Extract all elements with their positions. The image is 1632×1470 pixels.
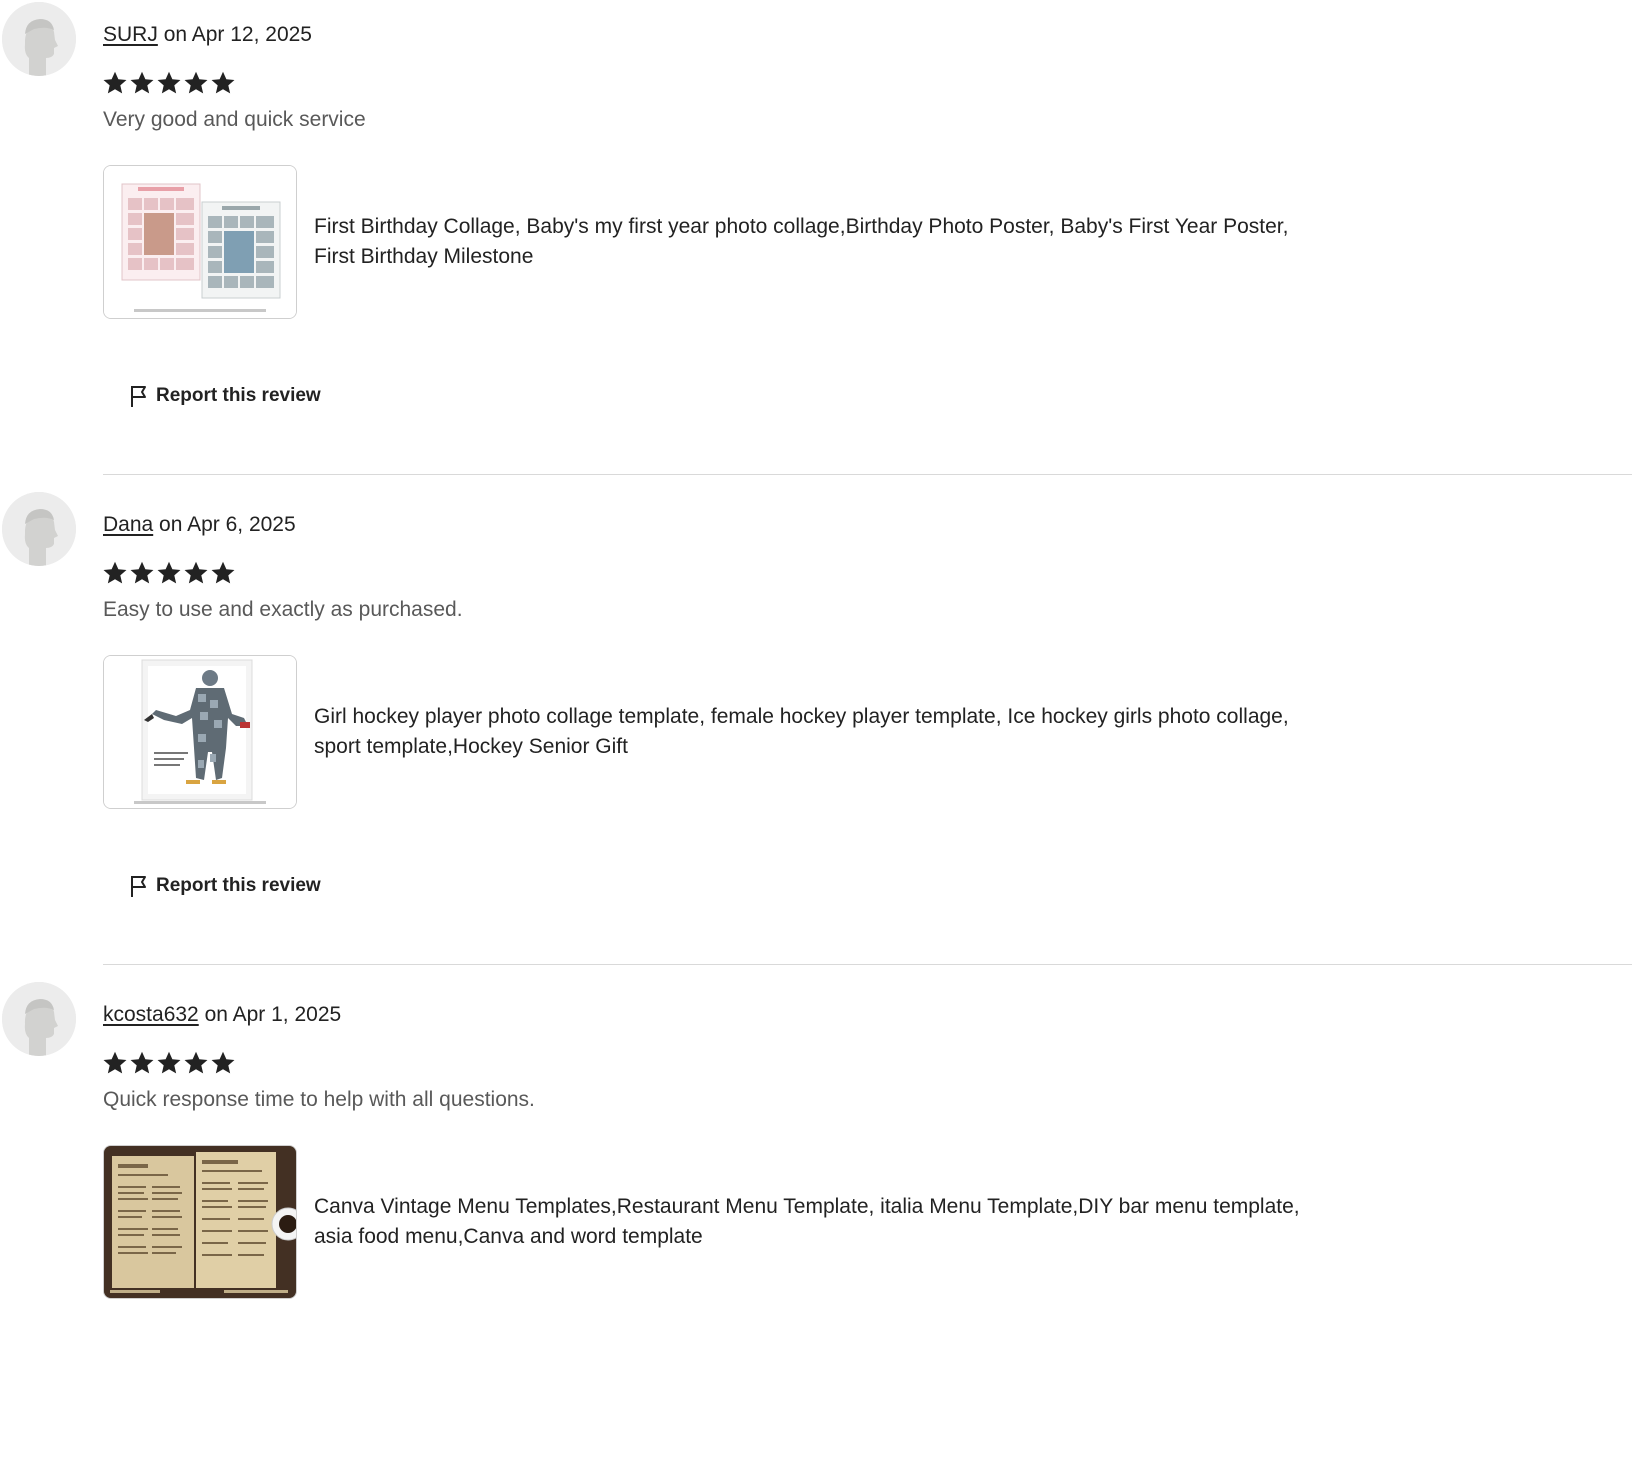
product-title-link[interactable]: Canva Vintage Menu Templates,Restaurant … <box>314 1192 1314 1252</box>
product-thumbnail[interactable] <box>103 165 297 319</box>
report-review-button[interactable]: Report this review <box>128 384 321 408</box>
hockey-collage-thumbnail-icon <box>104 656 296 808</box>
product-title-link[interactable]: First Birthday Collage, Baby's my first … <box>314 212 1314 272</box>
review-item: kcosta632 on Apr 1, 2025 Quick response … <box>0 980 1632 1470</box>
divider <box>103 964 1632 965</box>
star-icon <box>103 71 127 94</box>
avatar[interactable] <box>2 982 76 1056</box>
review-date: on Apr 1, 2025 <box>204 1003 342 1026</box>
birthday-collage-thumbnail-icon <box>104 166 296 318</box>
star-icon <box>103 1051 127 1074</box>
reviewer-name-link[interactable]: kcosta632 <box>103 1003 199 1026</box>
review-text: Very good and quick service <box>103 108 366 131</box>
star-icon <box>211 561 235 584</box>
review-item: SURJ on Apr 12, 2025 Very good and quick… <box>0 0 1632 490</box>
divider <box>103 474 1632 475</box>
purchased-product: Canva Vintage Menu Templates,Restaurant … <box>103 1145 1343 1299</box>
avatar[interactable] <box>2 492 76 566</box>
star-icon <box>184 71 208 94</box>
purchased-product: Girl hockey player photo collage templat… <box>103 655 1343 809</box>
review-date: on Apr 12, 2025 <box>163 23 312 46</box>
star-rating <box>102 560 236 586</box>
star-icon <box>184 561 208 584</box>
review-text: Quick response time to help with all que… <box>103 1088 535 1111</box>
star-icon <box>184 1051 208 1074</box>
star-rating <box>102 1050 236 1076</box>
review-text: Easy to use and exactly as purchased. <box>103 598 463 621</box>
vintage-menu-thumbnail-icon <box>104 1146 296 1298</box>
report-review-label: Report this review <box>156 385 321 406</box>
review-header: Dana on Apr 6, 2025 <box>103 510 296 540</box>
reviewer-name-link[interactable]: SURJ <box>103 23 158 46</box>
review-header: SURJ on Apr 12, 2025 <box>103 20 312 50</box>
product-thumbnail[interactable] <box>103 1145 297 1299</box>
report-review-label: Report this review <box>156 875 321 896</box>
star-icon <box>157 561 181 584</box>
star-icon <box>130 71 154 94</box>
default-avatar-icon <box>2 982 76 1056</box>
product-title-link[interactable]: Girl hockey player photo collage templat… <box>314 702 1314 762</box>
avatar[interactable] <box>2 2 76 76</box>
star-icon <box>103 561 127 584</box>
purchased-product: First Birthday Collage, Baby's my first … <box>103 165 1343 319</box>
reviewer-name-link[interactable]: Dana <box>103 513 153 536</box>
product-thumbnail[interactable] <box>103 655 297 809</box>
star-icon <box>157 1051 181 1074</box>
review-header: kcosta632 on Apr 1, 2025 <box>103 1000 341 1030</box>
star-icon <box>130 1051 154 1074</box>
review-date: on Apr 6, 2025 <box>159 513 296 536</box>
star-rating <box>102 70 236 96</box>
star-icon <box>211 71 235 94</box>
report-review-button[interactable]: Report this review <box>128 874 321 898</box>
default-avatar-icon <box>2 492 76 566</box>
star-icon <box>130 561 154 584</box>
review-item: Dana on Apr 6, 2025 Easy to use and exac… <box>0 490 1632 980</box>
flag-icon <box>131 876 146 897</box>
star-icon <box>157 71 181 94</box>
star-icon <box>211 1051 235 1074</box>
flag-icon <box>131 386 146 407</box>
default-avatar-icon <box>2 2 76 76</box>
